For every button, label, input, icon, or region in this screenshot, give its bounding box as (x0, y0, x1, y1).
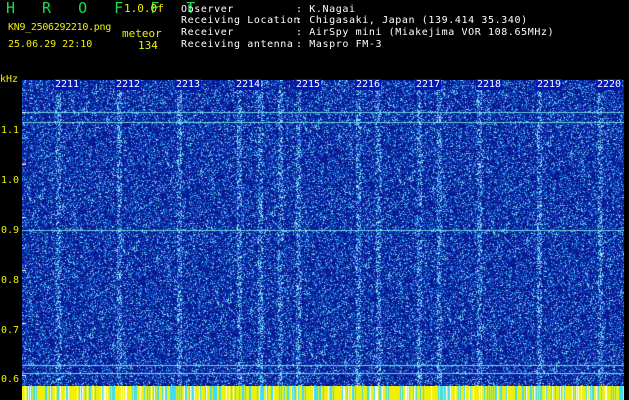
info-label-antenna: Receiving antenna (181, 39, 294, 50)
spectrogram-plot (22, 80, 624, 386)
filename-label: KN9_2506292210.png (8, 22, 111, 33)
x-tick-label: 2211 (54, 79, 81, 90)
y-tick-label: 1.0 (1, 175, 20, 186)
info-value-location: : Chigasaki, Japan (139.414 35.340) (296, 15, 528, 26)
info-value-receiver: : AirSpy mini (Miakejima VOR 108.65MHz) (296, 27, 555, 38)
x-tick-label: 2219 (536, 79, 563, 90)
app-title: H R O F F T (6, 0, 205, 17)
y-tick-label: 0.7 (1, 325, 20, 336)
x-tick-label: 2218 (476, 79, 503, 90)
x-tick-label: 2217 (415, 79, 442, 90)
count-label: 134 (138, 39, 158, 52)
info-label-receiver: Receiver (181, 27, 234, 38)
info-label-location: Receiving Location (181, 15, 301, 26)
y-tick-label: 0.8 (1, 275, 20, 286)
x-tick-label: 2214 (235, 79, 262, 90)
y-tick-label: 0.9 (1, 225, 20, 236)
y-axis-unit: kHz (0, 74, 19, 85)
x-tick-label: 2213 (175, 79, 202, 90)
y-tick-label: 0.6 (1, 374, 20, 385)
x-tick-label: 2215 (295, 79, 322, 90)
y-tick-label: 1.1 (1, 125, 20, 136)
version-label: 1.0.0f (124, 2, 164, 15)
signal-level-bar (22, 386, 624, 400)
info-value-antenna: : Maspro FM-3 (296, 39, 383, 50)
info-label-observer: Observer (181, 4, 234, 15)
datetime-label: 25.06.29 22:10 (8, 39, 93, 50)
info-value-observer: : K.Nagai (296, 4, 356, 15)
x-tick-label: 2216 (355, 79, 382, 90)
x-tick-label: 2220 (596, 79, 623, 90)
x-tick-label: 2212 (115, 79, 142, 90)
